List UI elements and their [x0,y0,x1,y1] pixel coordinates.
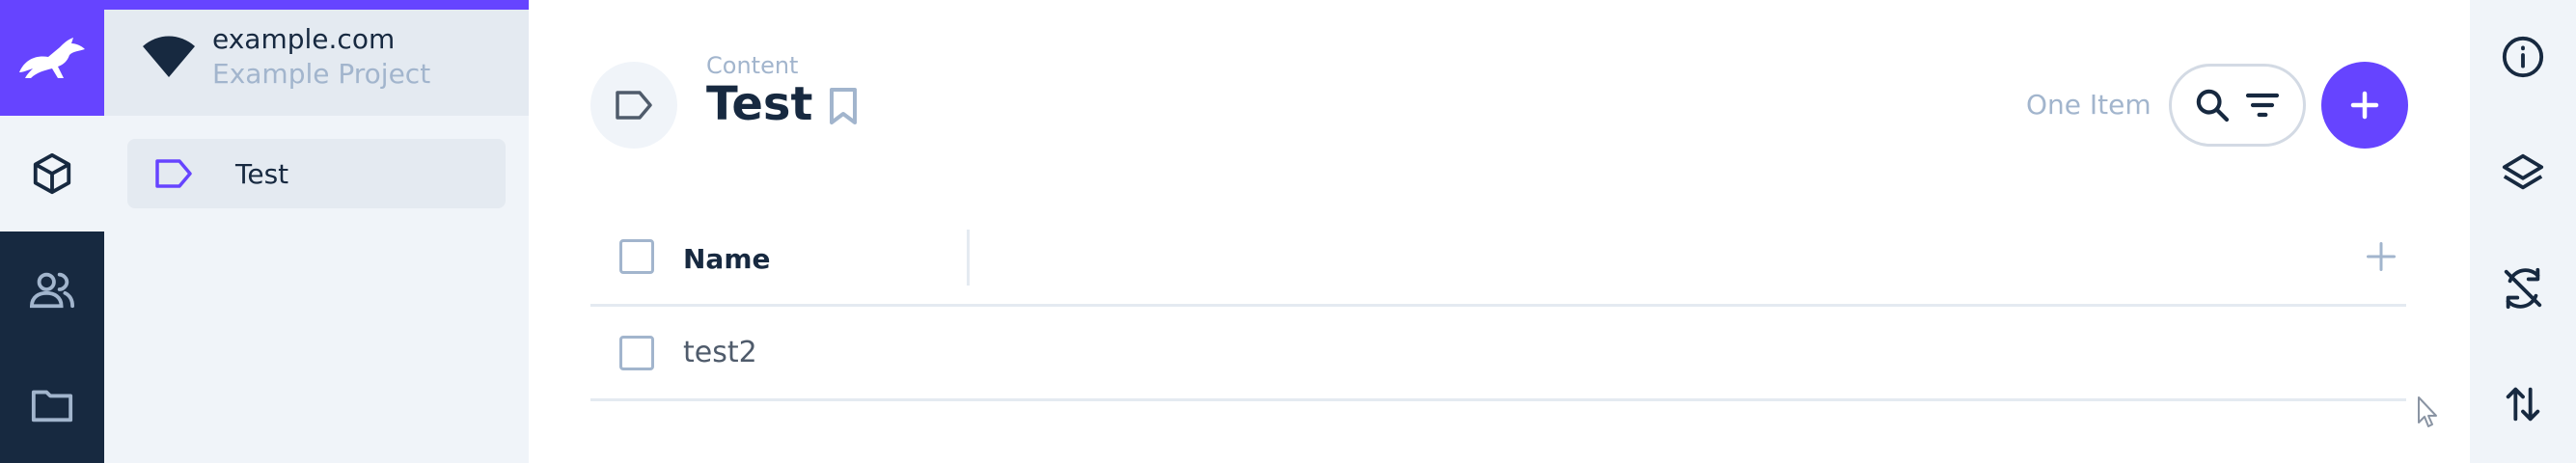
search-filter-pill[interactable] [2169,64,2306,147]
module-content[interactable] [0,116,104,232]
search-icon[interactable] [2193,86,2232,124]
filter-icon[interactable] [2243,86,2282,124]
page-title: Test [706,77,813,131]
sync-disabled-icon[interactable] [2501,266,2545,311]
module-bar [0,0,104,463]
main-content: Content Test One Item Name test2 [529,0,2470,463]
layers-icon[interactable] [2501,150,2545,195]
column-header-name[interactable]: Name [683,243,771,275]
info-icon[interactable] [2501,35,2545,79]
wifi-icon [143,36,195,77]
mouse-cursor-icon [2418,396,2437,427]
project-name: example.com [212,23,396,55]
sort-icon[interactable] [2501,382,2545,426]
select-all-checkbox[interactable] [619,239,654,274]
row-checkbox[interactable] [619,336,654,370]
title-icon-badge [590,62,677,149]
create-item-button[interactable] [2321,62,2408,149]
logo-button[interactable] [0,0,104,116]
rabbit-logo-icon [19,38,85,78]
table-header: Name [590,222,2406,307]
item-count: One Item [2026,89,2151,121]
loading-bar-fill [104,0,545,10]
bookmark-outline-icon[interactable] [826,87,861,125]
module-users[interactable] [0,232,104,347]
box-icon [33,152,71,195]
bookmark-icon [616,91,652,120]
nav-item-test[interactable]: Test [127,139,506,208]
add-column-icon[interactable] [2364,239,2398,274]
breadcrumb[interactable]: Content [706,52,798,79]
bookmark-icon [155,159,192,188]
project-description: Example Project [212,58,431,90]
module-files[interactable] [0,347,104,463]
right-sidebar [2470,0,2576,463]
cell-name: test2 [683,336,757,369]
navigation-panel: example.com Example Project Test [104,0,529,463]
table-row[interactable]: test2 [590,307,2406,401]
project-info[interactable]: example.com Example Project [104,0,529,116]
app: example.com Example Project Test Content… [0,0,2576,463]
users-icon [30,272,74,309]
plus-icon [2350,91,2379,120]
nav-item-label: Test [235,158,289,190]
column-resize-handle[interactable] [967,230,970,286]
folder-icon [31,390,73,422]
